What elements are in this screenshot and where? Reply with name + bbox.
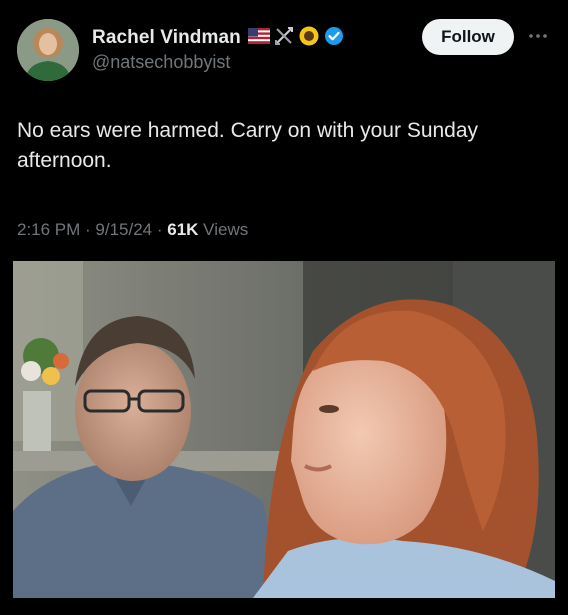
tweet-time[interactable]: 2:16 PM	[17, 220, 80, 240]
sunflower-icon	[298, 25, 320, 52]
tweet-photo[interactable]	[13, 261, 555, 598]
follow-button[interactable]: Follow	[422, 19, 514, 55]
more-icon[interactable]	[527, 26, 549, 46]
us-flag-icon	[247, 27, 270, 49]
tweet: Rachel Vindman @natsechobbyist Follow No…	[0, 0, 568, 615]
avatar[interactable]	[17, 19, 79, 81]
tweet-date[interactable]: 9/15/24	[95, 220, 152, 240]
crossed-arrows-icon	[274, 26, 294, 51]
tweet-text: No ears were harmed. Carry on with your …	[17, 119, 479, 172]
author-badges	[247, 25, 344, 52]
views-count[interactable]: 61K	[167, 220, 198, 240]
views-label: Views	[198, 220, 249, 239]
verified-badge-icon	[324, 26, 344, 51]
display-name[interactable]: Rachel Vindman	[92, 27, 241, 49]
author-handle[interactable]: @natsechobbyist	[92, 52, 230, 73]
meta-separator: ·	[80, 220, 96, 239]
author-name-row: Rachel Vindman	[92, 25, 344, 51]
tweet-meta: 2:16 PM · 9/15/24 · 61K Views	[17, 220, 248, 240]
meta-separator: ·	[152, 220, 168, 239]
